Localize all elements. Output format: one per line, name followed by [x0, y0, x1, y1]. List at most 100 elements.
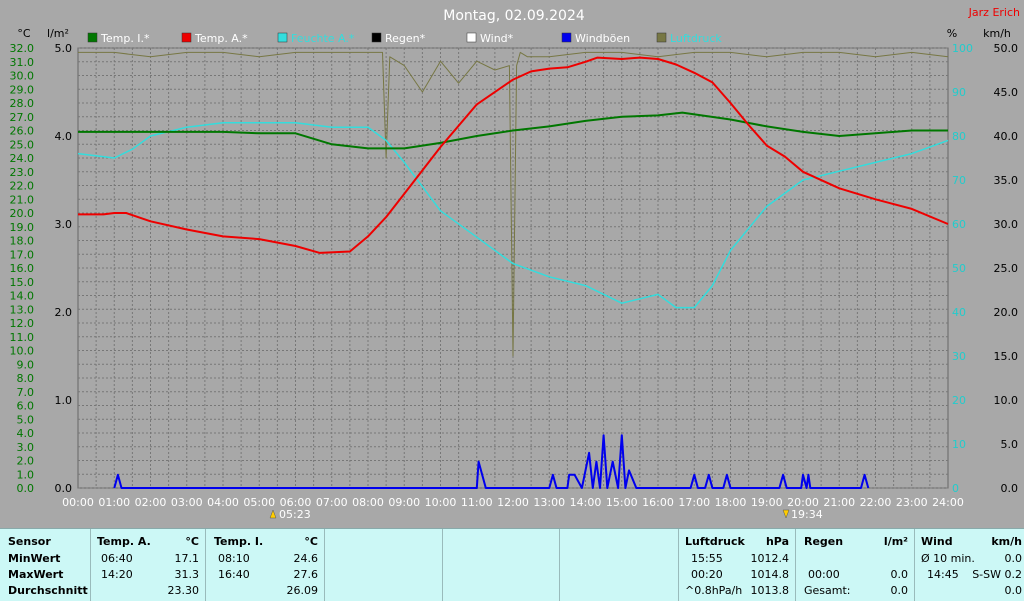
- temp-tick-label: 8.0: [17, 372, 35, 385]
- legend-swatch: [277, 32, 288, 43]
- legend-label: Luftdruck: [670, 32, 722, 45]
- wind-tick-label: 35.0: [994, 174, 1019, 187]
- x-tick-label: 05:00: [243, 496, 275, 509]
- rain-tick-label: 5.0: [55, 42, 73, 55]
- sunset-time: 19:34: [791, 508, 823, 521]
- regen-total-value: 0.0: [890, 584, 909, 597]
- x-tick-label: 04:00: [207, 496, 239, 509]
- temp-tick-label: 16.0: [10, 262, 35, 275]
- temp-tick-label: 25.0: [10, 138, 35, 151]
- wind-max-time: 14:45: [927, 568, 959, 581]
- temp-tick-label: 19.0: [10, 221, 35, 234]
- temp-i-min-time: 08:10: [218, 552, 250, 565]
- temp-tick-label: 14.0: [10, 290, 35, 303]
- x-tick-label: 00:00: [62, 496, 94, 509]
- humidity-tick-label: 100: [952, 42, 973, 55]
- wind-tick-label: 10.0: [994, 394, 1019, 407]
- x-tick-label: 03:00: [171, 496, 203, 509]
- regen-column: Regen l/m² 00:00 0.0 Gesamt: 0.0: [795, 529, 914, 601]
- x-tick-label: 07:00: [316, 496, 348, 509]
- wind-avg10-value: 0.0: [1004, 552, 1023, 565]
- wind-unit: km/h: [991, 535, 1022, 548]
- x-axis: 00:00 01:00 02:00 03:00 04:00 05:00 06:00 07:00…: [62, 496, 964, 509]
- luftdruck-unit: hPa: [765, 535, 789, 548]
- temp-tick-label: 24.0: [10, 152, 35, 165]
- rain-tick-label: 4.0: [55, 130, 73, 143]
- humidity-tick-label: 80: [952, 130, 966, 143]
- x-tick-label: 22:00: [860, 496, 892, 509]
- temp-tick-label: 5.0: [17, 413, 35, 426]
- temp-tick-label: 12.0: [10, 317, 35, 330]
- temp-a-max-time: 14:20: [101, 568, 133, 581]
- temp-tick-label: 29.0: [10, 83, 35, 96]
- regen-unit: l/m²: [883, 535, 908, 548]
- temp-tick-label: 9.0: [17, 358, 35, 371]
- humidity-tick-label: 30: [952, 350, 966, 363]
- temp-tick-label: 13.0: [10, 303, 35, 316]
- series-line-feuchte-a: [77, 122, 949, 309]
- right-axes: 0 10 20 30 40 50 60 70 80 90 100 0.0 5.0 10.0 15.0 20.0…: [952, 42, 1018, 495]
- temp-i-unit: °C: [304, 535, 318, 548]
- stats-table: Sensor MinWert MaxWert Durchschnitt Temp…: [0, 528, 1024, 601]
- x-tick-label: 14:00: [570, 496, 602, 509]
- row-label-max: MaxWert: [8, 568, 64, 581]
- rain-unit-label: l/m²: [47, 27, 69, 40]
- temp-tick-label: 30.0: [10, 70, 35, 83]
- temp-tick-label: 4.0: [17, 427, 35, 440]
- x-tick-label: 21:00: [823, 496, 855, 509]
- x-tick-label: 13:00: [533, 496, 565, 509]
- sunrise-icon: [269, 509, 277, 519]
- row-label-avg: Durchschnitt: [8, 584, 88, 597]
- temp-tick-label: 27.0: [10, 111, 35, 124]
- sunset-icon: [782, 509, 790, 519]
- temp-tick-label: 17.0: [10, 248, 35, 261]
- x-tick-label: 17:00: [678, 496, 710, 509]
- temp-tick-label: 18.0: [10, 235, 35, 248]
- temp-i-avg-value: 26.09: [286, 584, 319, 597]
- sunset-marker: 19:34: [782, 508, 823, 521]
- temp-tick-label: 10.0: [10, 345, 35, 358]
- legend-label: Temp. A.*: [194, 32, 248, 45]
- luftdruck-trend: ^0.8hPa/h: [685, 584, 743, 597]
- temp-tick-label: 15.0: [10, 276, 35, 289]
- author-label: Jarz Erich: [968, 6, 1020, 19]
- temp-i-column: Temp. I. °C 08:10 24.6 16:40 27.6 26.09: [205, 529, 324, 601]
- row-label-min: MinWert: [8, 552, 61, 565]
- chart-grid: [77, 47, 949, 489]
- temp-i-min-value: 24.6: [293, 552, 319, 565]
- legend-label: Feuchte A.*: [291, 32, 355, 45]
- rain-tick-label: 2.0: [55, 306, 73, 319]
- legend-label: Temp. I.*: [100, 32, 150, 45]
- x-tick-label: 09:00: [388, 496, 420, 509]
- wind-column: Wind km/h Ø 10 min. 0.0 14:45 S-SW 0.2 0…: [914, 529, 1024, 601]
- luftdruck-min-time: 15:55: [691, 552, 723, 565]
- temp-tick-label: 31.0: [10, 56, 35, 69]
- temp-tick-label: 2.0: [17, 455, 35, 468]
- luftdruck-column: Luftdruck hPa 15:55 1012.4 00:20 1014.8 …: [678, 529, 795, 601]
- x-tick-label: 18:00: [715, 496, 747, 509]
- rain-tick-label: 3.0: [55, 218, 73, 231]
- wind-avg-value: 0.0: [1004, 584, 1023, 597]
- x-tick-label: 08:00: [352, 496, 384, 509]
- wind-tick-label: 40.0: [994, 130, 1019, 143]
- wind-header: Wind: [921, 535, 953, 548]
- wind-unit-label: km/h: [983, 27, 1011, 40]
- temp-tick-label: 21.0: [10, 193, 35, 206]
- empty-column-1: [324, 529, 442, 601]
- chart-title: Montag, 02.09.2024: [443, 8, 585, 24]
- temp-a-min-time: 06:40: [101, 552, 133, 565]
- temp-tick-label: 23.0: [10, 166, 35, 179]
- luftdruck-header: Luftdruck: [685, 535, 745, 548]
- wind-tick-label: 45.0: [994, 86, 1019, 99]
- x-tick-label: 19:00: [751, 496, 783, 509]
- legend-swatch: [656, 32, 667, 43]
- legend-swatch: [87, 32, 98, 43]
- regen-total-label: Gesamt:: [804, 584, 851, 597]
- x-tick-label: 16:00: [642, 496, 674, 509]
- sensor-header: Sensor: [8, 535, 51, 548]
- legend-label: Wind*: [480, 32, 514, 45]
- x-tick-label: 01:00: [98, 496, 130, 509]
- humidity-tick-label: 50: [952, 262, 966, 275]
- sunrise-marker: 05:23: [269, 508, 311, 521]
- humidity-tick-label: 20: [952, 394, 966, 407]
